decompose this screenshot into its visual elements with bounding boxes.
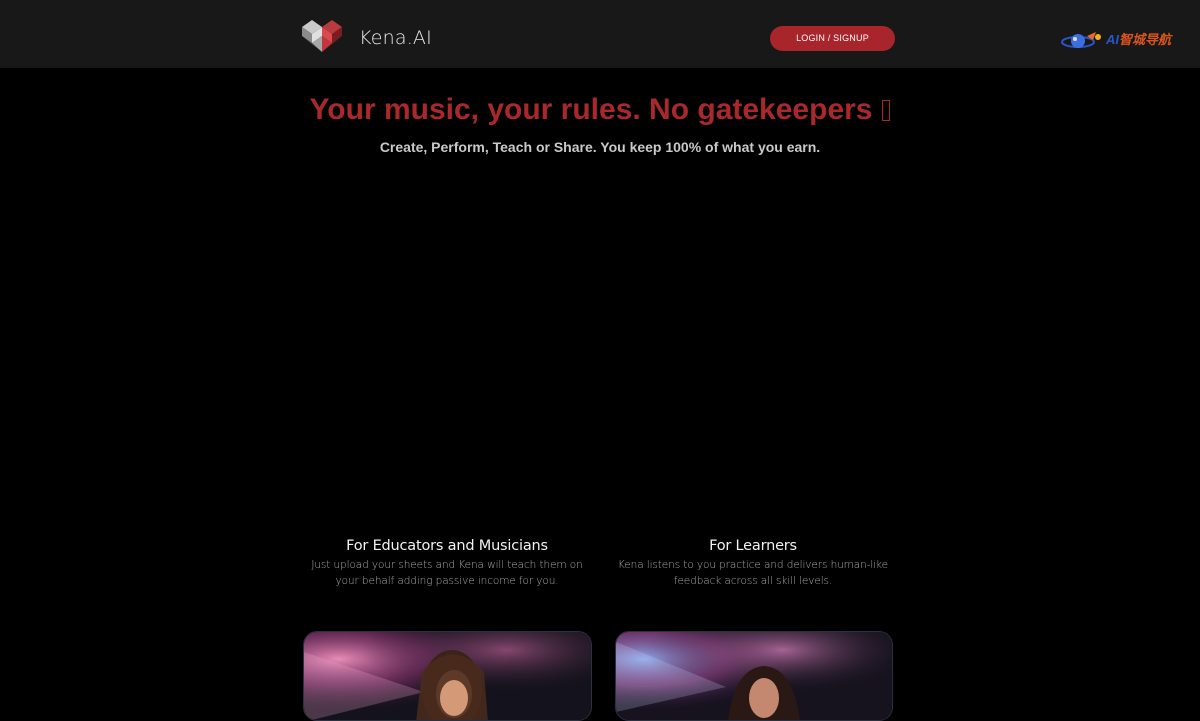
- hero-title-text: Your music, your rules. No gatekeepers: [309, 93, 873, 126]
- feature-educators: For Educators and Musicians Just upload …: [302, 537, 592, 589]
- missing-glyph-icon: [882, 100, 891, 121]
- top-nav-bar: Kena.AI LOGIN / SIGNUP AI智城导航: [0, 0, 1200, 68]
- login-signup-button[interactable]: LOGIN / SIGNUP: [770, 26, 895, 51]
- feature-learners: For Learners Kena listens to you practic…: [602, 537, 904, 589]
- globe-logo-icon: [1061, 32, 1101, 48]
- feature-description: Kena listens to you practice and deliver…: [618, 559, 888, 587]
- guitarist-photo: [304, 632, 591, 720]
- feature-title: For Learners: [709, 538, 797, 554]
- learners-card-image[interactable]: [615, 631, 893, 721]
- educators-card-image[interactable]: [303, 631, 592, 721]
- kena-heart-logo-icon[interactable]: [302, 19, 342, 53]
- brand-name[interactable]: Kena.AI: [359, 26, 432, 50]
- learner-photo: [616, 632, 892, 720]
- feature-title: For Educators and Musicians: [346, 538, 548, 554]
- hero-subtitle: Create, Perform, Teach or Share. You kee…: [379, 139, 821, 155]
- partner-badge-text: AI智城导航: [1106, 32, 1172, 47]
- partner-badge[interactable]: AI智城导航: [1060, 28, 1182, 54]
- feature-description: Just upload your sheets and Kena will te…: [311, 559, 583, 587]
- hero-title: Your music, your rules. No gatekeepers: [0, 92, 1200, 128]
